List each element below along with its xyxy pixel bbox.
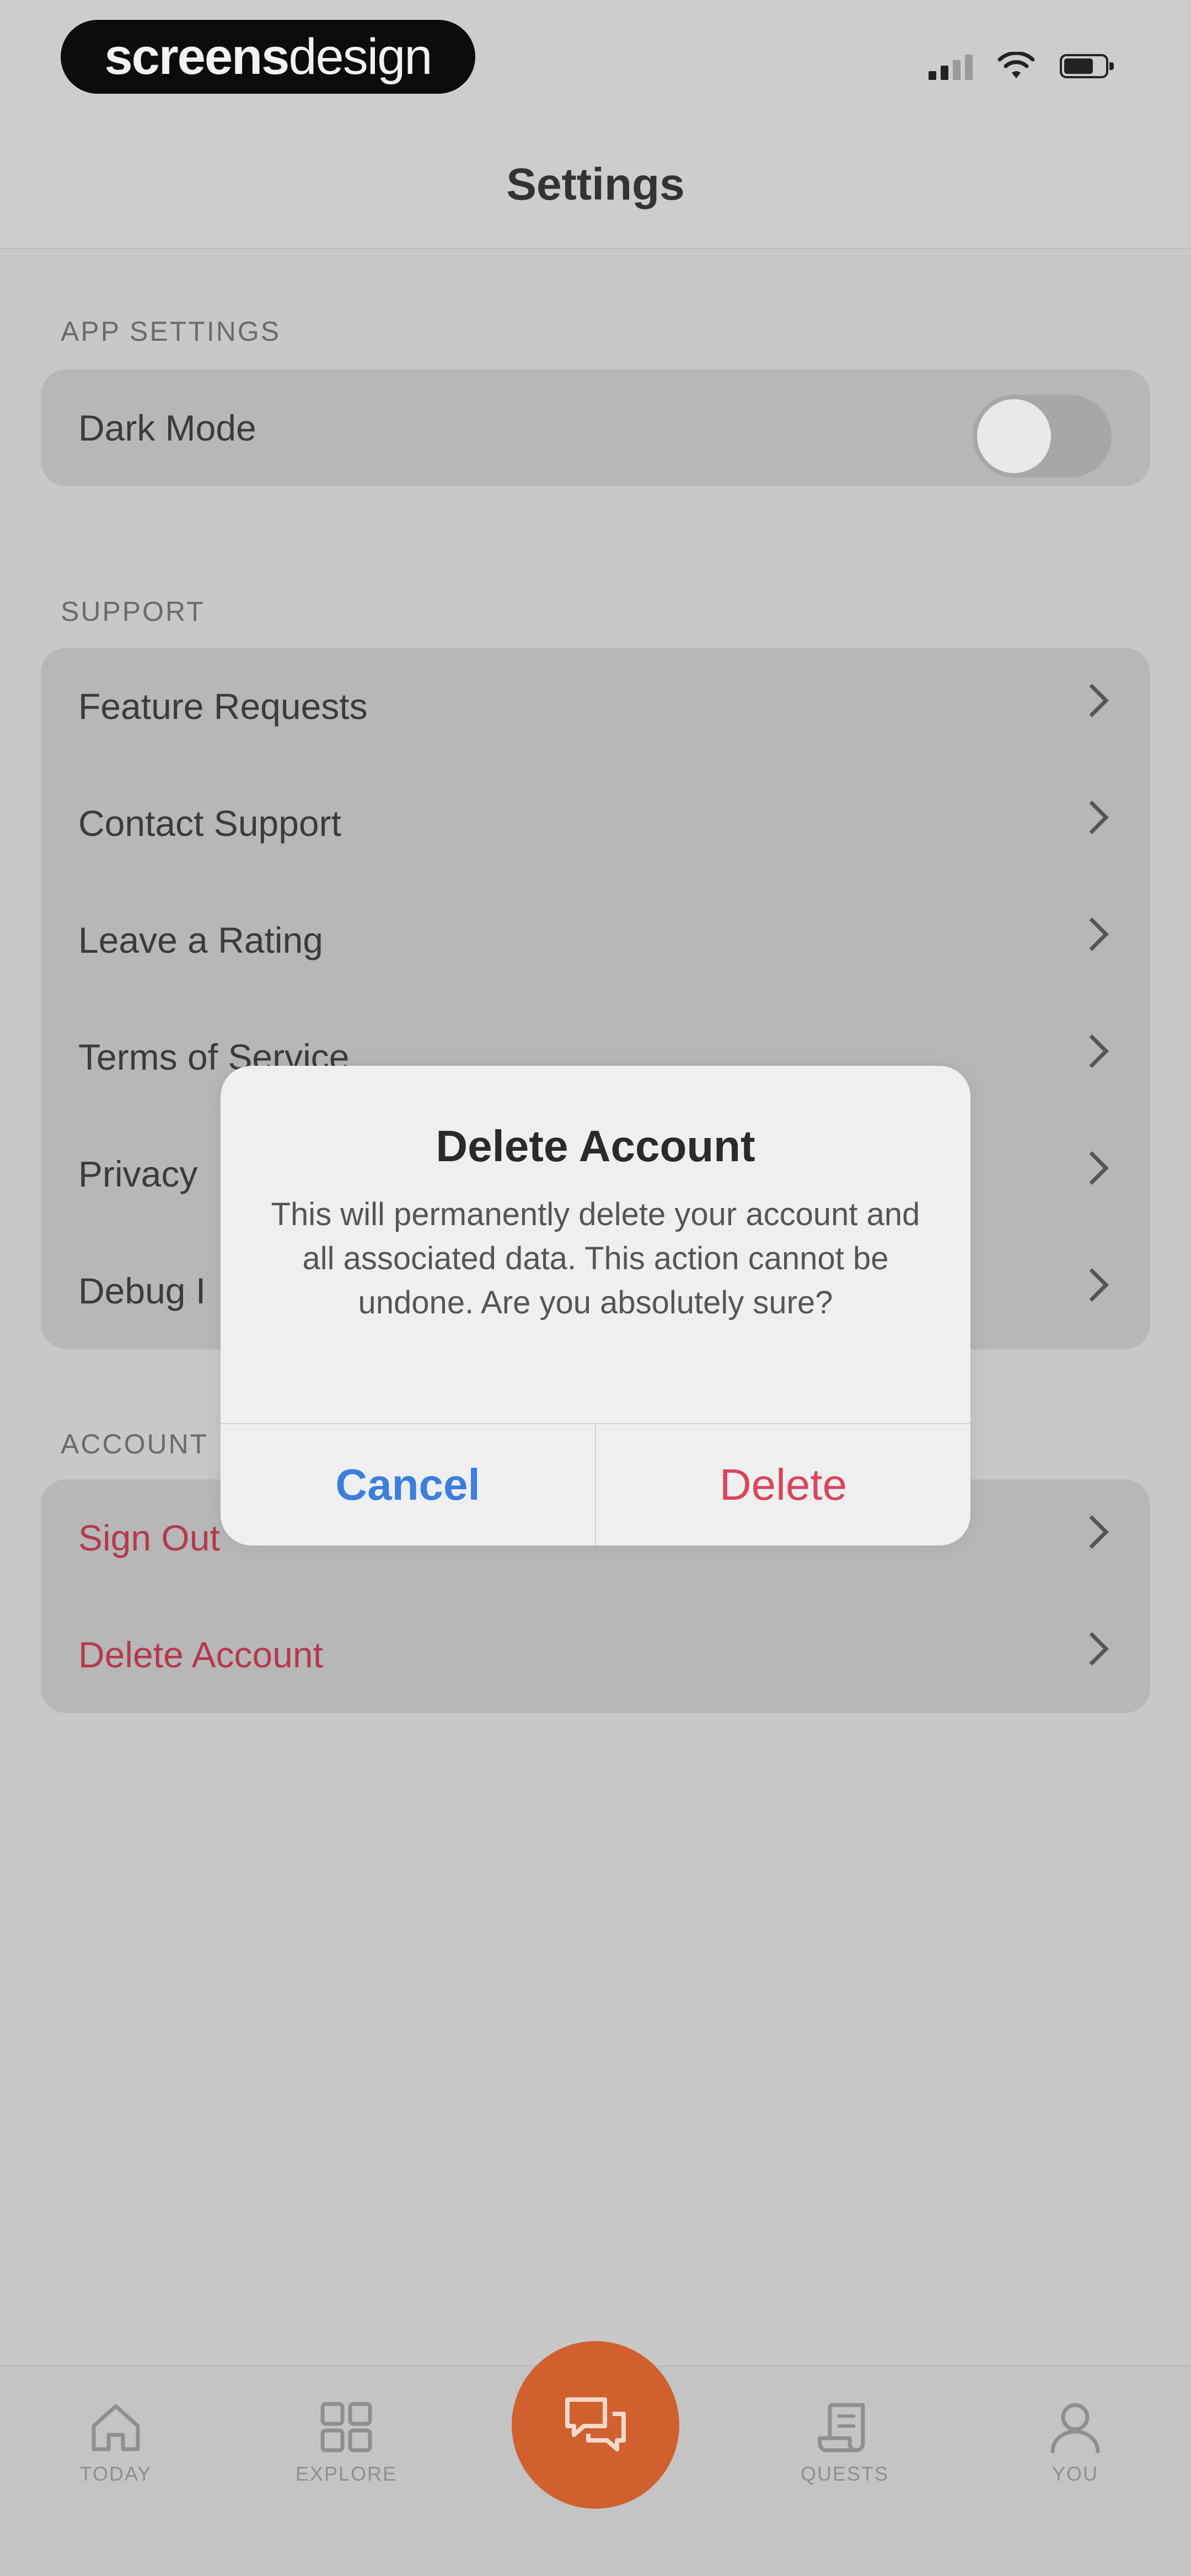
signal-icon [929, 52, 973, 80]
chat-icon [565, 2397, 626, 2451]
tab-explore[interactable]: EXPLORE [280, 2400, 412, 2486]
status-icons [929, 50, 1114, 83]
brand-logo: screens design [61, 20, 475, 94]
dialog-message: This will permanently delete your accoun… [271, 1196, 920, 1321]
section-header-app-settings: APP SETTINGS [61, 316, 281, 347]
tab-label: YOU [1051, 2462, 1098, 2485]
chevron-right-icon [1075, 917, 1109, 951]
chevron-right-icon [1075, 1515, 1109, 1549]
tab-quests[interactable]: QUESTS [779, 2400, 911, 2486]
battery-icon [1060, 54, 1114, 78]
dialog-buttons: Cancel Delete [221, 1423, 970, 1545]
account-item-label: Delete Account [78, 1634, 323, 1675]
chevron-right-icon [1075, 684, 1109, 717]
chevron-right-icon [1075, 1151, 1109, 1185]
account-item-delete-account[interactable]: Delete Account [41, 1596, 1150, 1713]
support-item-contact-support[interactable]: Contact Support [41, 765, 1150, 882]
chevron-right-icon [1075, 1268, 1109, 1302]
toggle-knob [977, 399, 1051, 473]
chevron-right-icon [1075, 1034, 1109, 1068]
wifi-icon [997, 52, 1035, 78]
cancel-button[interactable]: Cancel [221, 1424, 596, 1545]
tab-today[interactable]: TODAY [50, 2400, 182, 2486]
support-item-label: Debug I [78, 1270, 206, 1311]
chevron-right-icon [1075, 801, 1109, 834]
tab-label: TODAY [79, 2462, 152, 2485]
dark-mode-toggle[interactable] [973, 395, 1112, 477]
app-settings-group: Dark Mode [41, 369, 1150, 486]
tab-you[interactable]: YOU [1009, 2400, 1141, 2486]
app-screen: screens design Settings APP SETTINGS Dark… [0, 0, 1191, 2576]
status-bar: screens design [0, 0, 1191, 127]
section-header-support: SUPPORT [61, 596, 205, 627]
home-icon [92, 2404, 140, 2451]
support-item-label: Feature Requests [78, 686, 368, 727]
dark-mode-row: Dark Mode [41, 369, 1150, 486]
tab-label: QUESTS [800, 2462, 889, 2485]
grid-icon [320, 2402, 372, 2452]
chat-fab-button[interactable] [512, 2341, 679, 2509]
account-item-label: Sign Out [78, 1517, 220, 1558]
support-item-label: Contact Support [78, 803, 341, 844]
brand-bold-text: screens [104, 28, 290, 85]
dialog-title: Delete Account [436, 1121, 755, 1171]
dark-mode-label: Dark Mode [78, 407, 256, 448]
tab-label: EXPLORE [295, 2462, 398, 2485]
delete-button[interactable]: Delete [596, 1424, 970, 1545]
support-item-label: Privacy [78, 1153, 198, 1194]
person-icon [1050, 2403, 1100, 2454]
chevron-right-icon [1075, 1632, 1109, 1666]
page-title: Settings [506, 159, 685, 210]
delete-account-dialog: Delete Account This will permanently del… [221, 1066, 970, 1545]
brand-light-text: design [288, 28, 432, 85]
support-item-label: Leave a Rating [78, 920, 323, 960]
support-item-feature-requests[interactable]: Feature Requests [41, 648, 1150, 765]
nav-bar: Settings [0, 127, 1191, 249]
section-header-account: ACCOUNT [61, 1429, 209, 1459]
support-item-leave-rating[interactable]: Leave a Rating [41, 882, 1150, 999]
scroll-icon [818, 2403, 865, 2452]
